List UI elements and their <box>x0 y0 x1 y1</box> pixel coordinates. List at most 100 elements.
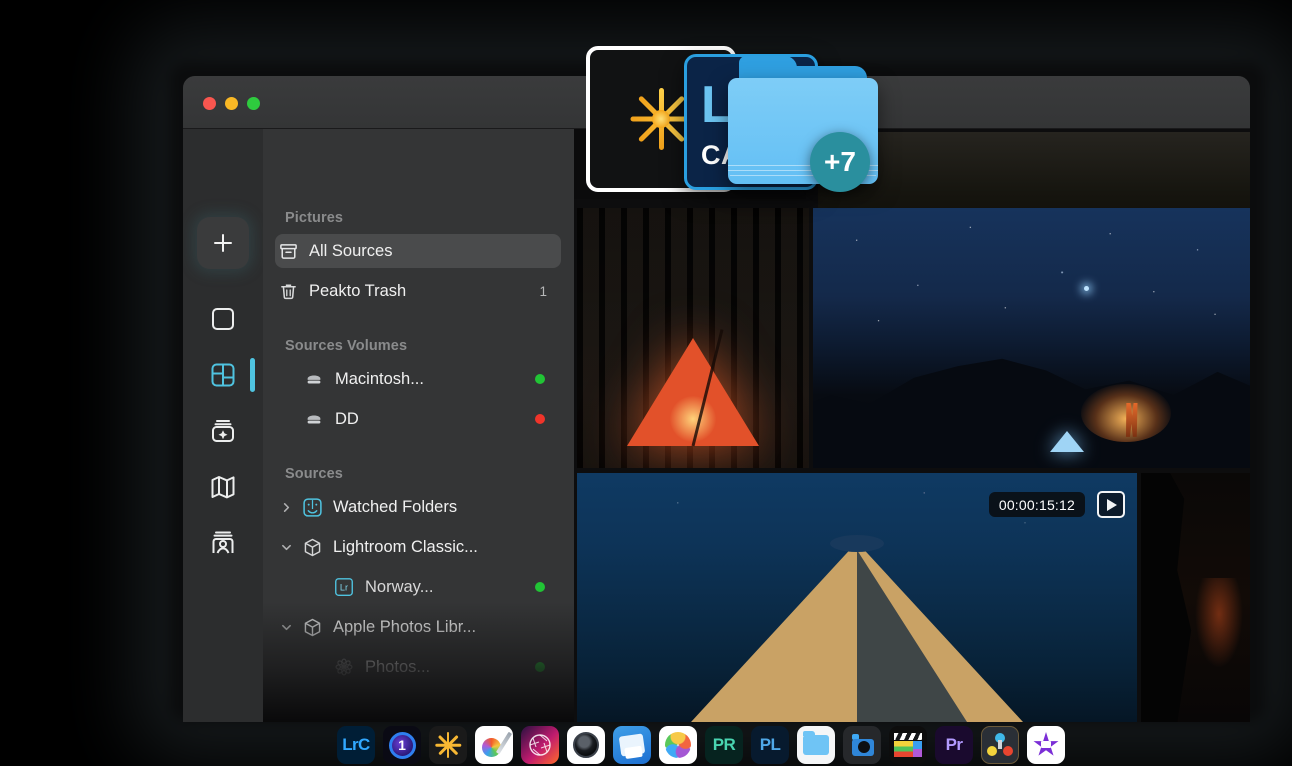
sidebar-item-peakto-trash[interactable]: Peakto Trash 1 <box>275 274 561 308</box>
bright-star <box>1083 286 1089 291</box>
lr-badge-icon: Lr <box>331 576 357 598</box>
sidebar-header-sources: Sources <box>285 466 343 482</box>
dock-app-photolab[interactable]: PL <box>751 726 789 764</box>
dock-app-pixelmator[interactable] <box>475 726 513 764</box>
dock-app-lens[interactable] <box>567 726 605 764</box>
rail-selection-indicator <box>250 358 255 392</box>
volcano-crater <box>830 535 884 552</box>
dock-app-capture-device[interactable] <box>843 726 881 764</box>
dock-app-label: Pr <box>945 735 963 754</box>
dark-rock-thumb[interactable] <box>1141 473 1250 722</box>
rail-item-collections-view[interactable] <box>183 403 263 459</box>
dock-app-lightroom-classic[interactable]: LrC <box>337 726 375 764</box>
starry-mountain-thumb[interactable] <box>813 208 1250 468</box>
cube-icon <box>299 537 325 558</box>
trash-icon <box>275 282 301 301</box>
blue-tent <box>1049 431 1084 453</box>
sidebar-item-all-sources[interactable]: All Sources <box>275 234 561 268</box>
rail-item-single-view[interactable] <box>183 291 263 347</box>
sidebar-item-lightroom-classic[interactable]: Lightroom Classic... <box>275 530 561 564</box>
sidebar-item-photos-library[interactable]: Photos... <box>275 650 561 684</box>
dock-app-imovie[interactable] <box>1027 726 1065 764</box>
sidebar-header-pictures: Pictures <box>285 210 344 226</box>
trash-count-badge: 1 <box>539 283 547 299</box>
stack-sparkle-icon <box>212 420 234 442</box>
plus-icon <box>214 234 232 252</box>
chevron-right-icon[interactable] <box>279 502 293 513</box>
sidebar-item-label: Apple Photos Libr... <box>333 617 477 636</box>
map-icon <box>211 476 235 499</box>
dock-app-on1-photo-raw[interactable] <box>521 726 559 764</box>
camera-lens-icon <box>573 732 599 758</box>
screenshot-root: Pictures All Sources Peakto Trash 1 Sour… <box>0 0 1292 766</box>
dock-app-label: PL <box>759 735 781 754</box>
close-button[interactable] <box>203 97 216 110</box>
drive-icon <box>301 369 327 389</box>
play-triangle-icon <box>1107 498 1117 511</box>
dock-app-label: PR <box>712 735 736 754</box>
zoom-button[interactable] <box>247 97 260 110</box>
icon-rail <box>183 129 263 722</box>
people-icon <box>212 531 234 554</box>
star-icon <box>1033 732 1059 756</box>
folder-icon <box>803 731 829 755</box>
camera-icon <box>850 734 874 756</box>
forest-tent-thumb[interactable] <box>577 208 809 468</box>
dock-app-label: 1 <box>398 737 406 753</box>
video-timecode-badge: 00:00:15:12 <box>988 492 1085 517</box>
luminar-star-icon <box>435 732 461 758</box>
sidebar-item-label: Photos... <box>365 657 431 676</box>
status-dot <box>535 414 545 424</box>
sidebar-header-sources-volumes: Sources Volumes <box>285 338 408 354</box>
star-field <box>813 208 1250 370</box>
clapperboard-icon <box>894 733 922 757</box>
dock-app-apple-photos[interactable] <box>659 726 697 764</box>
dock-app-magic-import[interactable] <box>613 726 651 764</box>
sidebar-item-watched-folders[interactable]: Watched Folders <box>275 490 561 524</box>
photos-flower-icon <box>665 732 691 758</box>
rail-item-list <box>183 291 263 571</box>
dock: LrC 1 PR PL Pr <box>337 726 1065 764</box>
sidebar-item-dd[interactable]: DD <box>275 402 561 436</box>
dock-app-davinci-resolve[interactable] <box>981 726 1019 764</box>
sidebar-item-label: DD <box>335 409 359 428</box>
dock-app-photoraw[interactable]: PR <box>705 726 743 764</box>
status-dot <box>535 582 545 592</box>
dock-app-finder[interactable] <box>797 726 835 764</box>
resolve-dots-icon <box>987 733 1013 757</box>
capture-one-ring-icon: 1 <box>388 731 416 759</box>
dock-app-label: LrC <box>342 735 370 754</box>
rail-item-grid-view[interactable] <box>183 347 263 403</box>
rail-item-map-view[interactable] <box>183 459 263 515</box>
chevron-down-icon[interactable] <box>279 622 293 633</box>
sidebar-item-label: All Sources <box>309 241 393 260</box>
dock-app-luminar[interactable] <box>429 726 467 764</box>
sidebar-item-label: Watched Folders <box>333 497 458 516</box>
minimize-button[interactable] <box>225 97 238 110</box>
magic-hat-icon <box>624 745 643 759</box>
photo-grid: 00:00:15:12 <box>574 129 1250 722</box>
rail-item-people-view[interactable] <box>183 515 263 571</box>
sidebar-item-norway-catalog[interactable]: Lr Norway... <box>275 570 561 604</box>
sidebar-item-label: Macintosh... <box>335 369 424 388</box>
dock-app-premiere-pro[interactable]: Pr <box>935 726 973 764</box>
sidebar-item-label: Lightroom Classic... <box>333 537 478 556</box>
ember-glow <box>1195 577 1244 668</box>
archive-box-icon <box>275 242 301 261</box>
volcano-video-thumb[interactable]: 00:00:15:12 <box>577 473 1137 722</box>
play-button[interactable] <box>1097 491 1125 518</box>
dock-app-final-cut-pro[interactable] <box>889 726 927 764</box>
catalog-stack-graphic: Lr CAT +7 <box>586 38 896 198</box>
sidebar-scroll[interactable]: Pictures All Sources Peakto Trash 1 Sour… <box>263 129 574 722</box>
sources-sidebar: Pictures All Sources Peakto Trash 1 Sour… <box>263 129 574 722</box>
status-dot <box>535 662 545 672</box>
add-source-button[interactable] <box>197 217 249 269</box>
sidebar-item-apple-photos-library[interactable]: Apple Photos Libr... <box>275 610 561 644</box>
chevron-down-icon[interactable] <box>279 542 293 553</box>
sidebar-item-macintosh-hd[interactable]: Macintosh... <box>275 362 561 396</box>
finder-face-icon <box>299 497 325 518</box>
sidebar-item-label: Norway... <box>365 577 434 596</box>
volcano-shadow <box>857 550 967 722</box>
photos-flower-icon <box>331 656 357 678</box>
dock-app-capture-one[interactable]: 1 <box>383 726 421 764</box>
